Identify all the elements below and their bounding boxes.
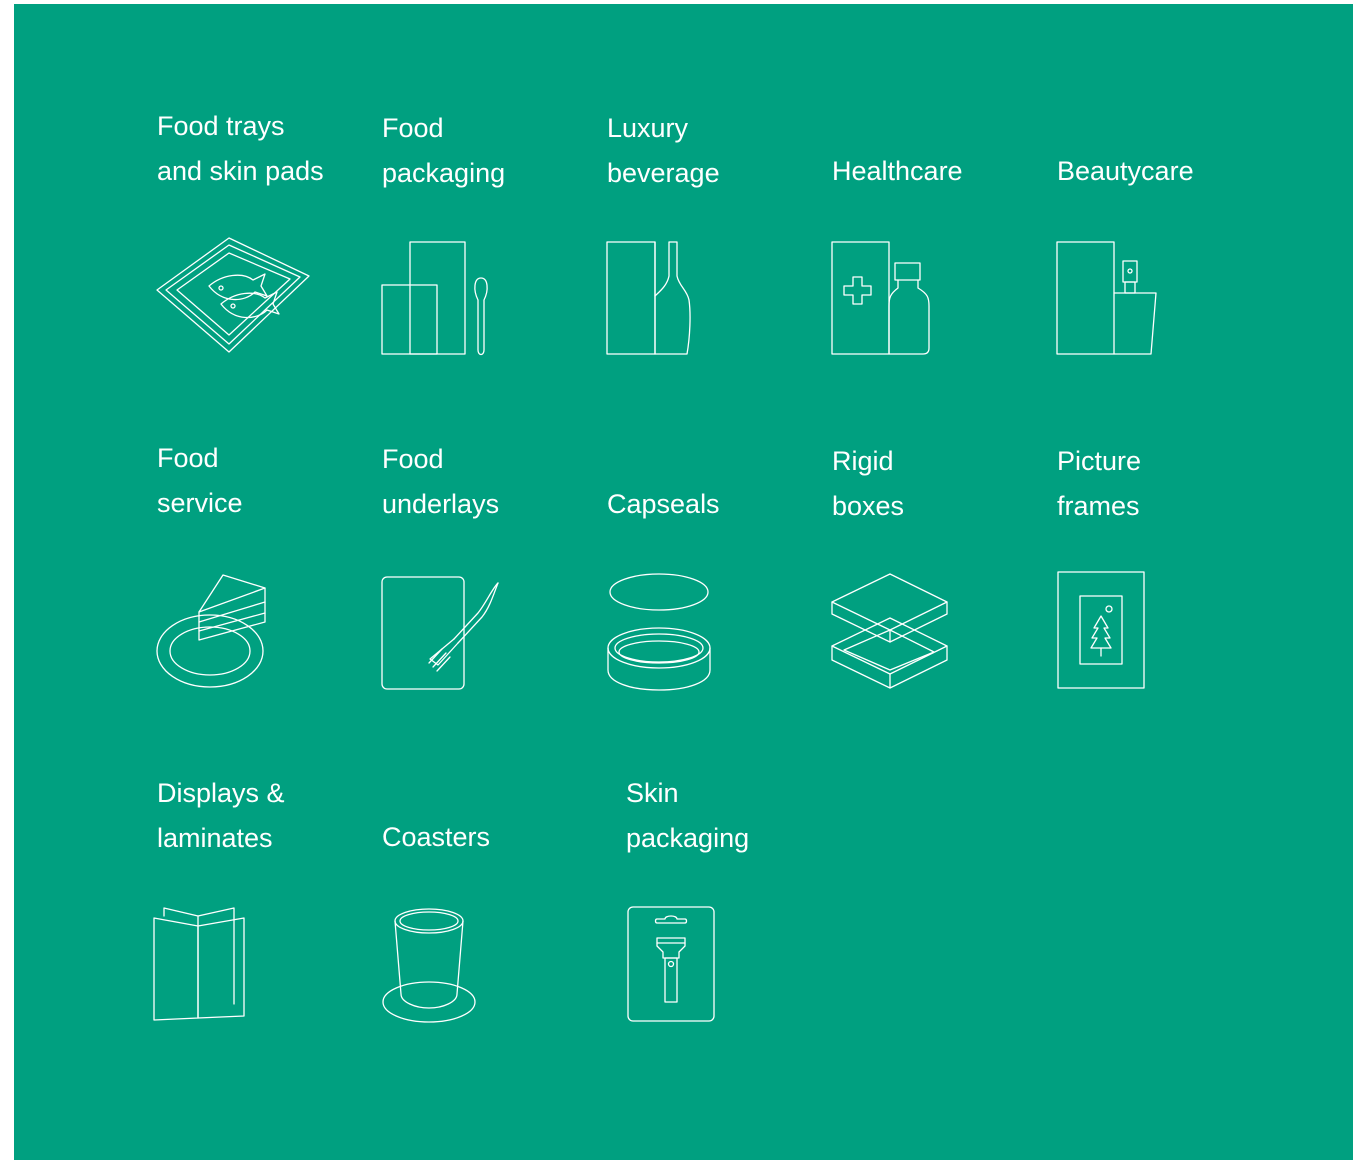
category-label: Food service — [157, 443, 243, 518]
rigid-box-icon — [831, 573, 948, 689]
blister-flashlight-icon — [627, 906, 715, 1022]
category-skin-packaging[interactable]: Skin packaging — [626, 769, 851, 861]
category-food-trays[interactable]: Food trays and skin pads — [157, 102, 382, 194]
cake-plate-icon — [156, 574, 266, 688]
category-label: Coasters — [382, 822, 491, 852]
category-label: Rigid boxes — [832, 446, 905, 521]
category-label: Capseals — [607, 489, 720, 519]
medicine-box-bottle-icon — [831, 241, 930, 355]
category-food-service[interactable]: Food service — [157, 434, 382, 526]
category-coasters[interactable]: Coasters — [382, 815, 607, 860]
category-picture-frames[interactable]: Picture frames — [1057, 437, 1282, 529]
category-luxury-beverage[interactable]: Luxury beverage — [607, 104, 832, 196]
box-bottle-icon — [606, 241, 691, 355]
fish-tray-icon — [156, 237, 310, 353]
carton-spoon-icon — [381, 241, 488, 356]
category-beautycare[interactable]: Beautycare — [1057, 149, 1282, 194]
category-label: Skin packaging — [626, 778, 750, 853]
category-label: Beautycare — [1057, 156, 1194, 186]
category-label: Food underlays — [382, 444, 500, 519]
picture-frame-icon — [1057, 571, 1145, 689]
category-food-packaging[interactable]: Food packaging — [382, 104, 607, 196]
category-panel: Food trays and skin pads Food packaging … — [14, 4, 1353, 1160]
box-perfume-icon — [1056, 241, 1157, 355]
folded-display-icon — [153, 907, 245, 1021]
lid-cap-icon — [607, 573, 711, 691]
category-label: Luxury beverage — [607, 113, 720, 188]
category-food-underlays[interactable]: Food underlays — [382, 435, 607, 527]
category-label: Healthcare — [832, 156, 963, 186]
category-label: Food trays and skin pads — [157, 111, 324, 186]
category-label: Displays & laminates — [157, 778, 285, 853]
category-label: Food packaging — [382, 113, 506, 188]
category-label: Picture frames — [1057, 446, 1142, 521]
cup-coaster-icon — [382, 908, 476, 1023]
category-rigid-boxes[interactable]: Rigid boxes — [832, 437, 1057, 529]
category-displays-laminates[interactable]: Displays & laminates — [157, 769, 382, 861]
tray-fork-icon — [381, 576, 499, 690]
category-capseals[interactable]: Capseals — [607, 482, 832, 527]
category-healthcare[interactable]: Healthcare — [832, 149, 1057, 194]
